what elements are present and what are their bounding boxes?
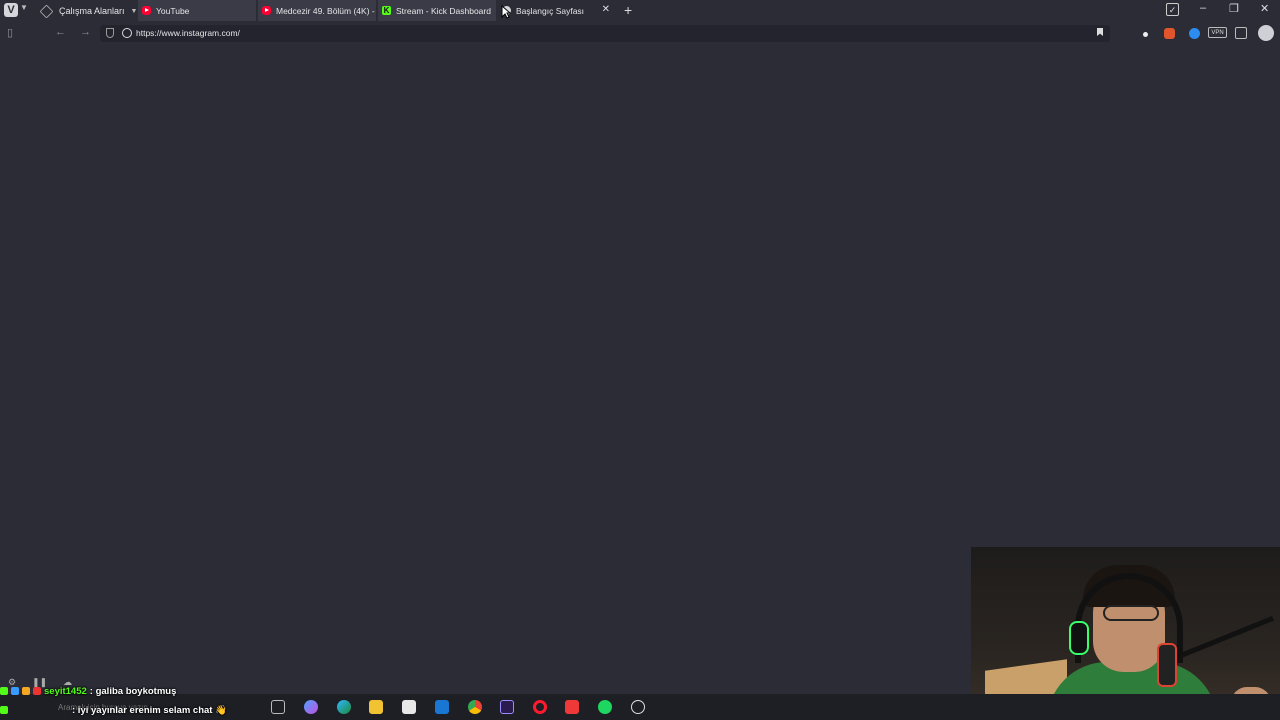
forward-icon[interactable]: → (80, 26, 91, 38)
youtube-icon (262, 6, 271, 15)
kick-icon: K (382, 6, 391, 15)
vivaldi-menu-icon[interactable]: V (4, 3, 18, 17)
workspaces-label: Çalışma Alanları (59, 6, 125, 16)
mic-arm (1170, 615, 1274, 662)
gift-badge-icon (22, 687, 30, 695)
tab-medcezir[interactable]: Medcezir 49. Bölüm (4K) - Y (258, 0, 376, 21)
site-info-icon[interactable] (122, 28, 132, 38)
address-bar: ▯ ← → https://www.instagram.com/ VPN (0, 22, 1280, 46)
chat-text: : iyi yayınlar erenim selam chat 👋 (72, 704, 227, 716)
tab-kick-dashboard[interactable]: K Stream - Kick Dashboard (378, 0, 496, 21)
new-tab-button[interactable]: + (624, 2, 632, 18)
close-window-button[interactable]: ✕ (1260, 2, 1269, 15)
microphone-icon (1157, 643, 1177, 687)
workspaces-button[interactable]: Çalışma Alanları ▼ (39, 2, 138, 20)
chat-username: seyit1452 (44, 685, 87, 697)
clock-app-icon[interactable] (631, 700, 645, 714)
moderator-badge-icon (33, 687, 41, 695)
url-field[interactable]: https://www.instagram.com/ (100, 25, 1110, 42)
tab-title: YouTube (156, 5, 190, 16)
youtube-icon (142, 6, 151, 15)
extensions-grid-icon[interactable] (1235, 27, 1247, 39)
profile-avatar[interactable] (1258, 25, 1274, 41)
tab-title: Başlangıç Sayfası (516, 5, 585, 16)
shield-icon[interactable] (106, 28, 114, 38)
tab-title: Medcezir 49. Bölüm (4K) - Y (276, 5, 376, 16)
panel-toggle-icon[interactable]: ▯ (7, 26, 13, 39)
extension-red-icon[interactable] (1164, 28, 1175, 39)
vivaldi-icon[interactable] (565, 700, 579, 714)
outlook-icon[interactable] (435, 700, 449, 714)
workspaces-icon (39, 4, 54, 18)
chevron-down-icon: ▼ (130, 7, 138, 15)
premiere-icon[interactable] (500, 700, 514, 714)
back-icon[interactable]: ← (55, 26, 66, 38)
chat-message: seyit1452 : galiba boykotmuş (0, 684, 176, 698)
minimize-button[interactable]: – (1200, 2, 1206, 14)
url-text[interactable]: https://www.instagram.com/ (136, 28, 240, 38)
chat-message: : iyi yayınlar erenim selam chat 👋 (0, 703, 227, 717)
tab-bar: V ▼ Çalışma Alanları ▼ YouTube Medcezir … (0, 0, 1280, 22)
task-view-icon[interactable] (271, 700, 285, 714)
vpn-button[interactable]: VPN (1208, 27, 1227, 38)
mail-check-icon[interactable]: ✓ (1166, 3, 1179, 16)
chevron-down-icon[interactable]: ▼ (20, 3, 28, 12)
chat-text: : galiba boykotmuş (89, 685, 177, 697)
tab-start-page[interactable]: Başlangıç Sayfası ✕ (498, 0, 616, 21)
spotify-icon[interactable] (598, 700, 612, 714)
headset-earcup (1069, 621, 1089, 655)
kick-badge-icon (0, 706, 8, 714)
tab-youtube[interactable]: YouTube (138, 0, 256, 21)
restore-button[interactable]: ❐ (1229, 2, 1239, 15)
subscriber-badge-icon (11, 687, 19, 695)
extension-blue-icon[interactable] (1189, 28, 1200, 39)
file-explorer-icon[interactable] (369, 700, 383, 714)
store-icon[interactable] (402, 700, 416, 714)
copilot-icon[interactable] (304, 700, 318, 714)
extension-dot-icon[interactable] (1143, 32, 1148, 37)
edge-icon[interactable] (337, 700, 351, 714)
kick-badge-icon (0, 687, 8, 695)
close-tab-icon[interactable]: ✕ (602, 4, 610, 15)
opera-icon[interactable] (533, 700, 547, 714)
tab-title: Stream - Kick Dashboard (396, 5, 491, 16)
chrome-icon[interactable] (468, 700, 482, 714)
